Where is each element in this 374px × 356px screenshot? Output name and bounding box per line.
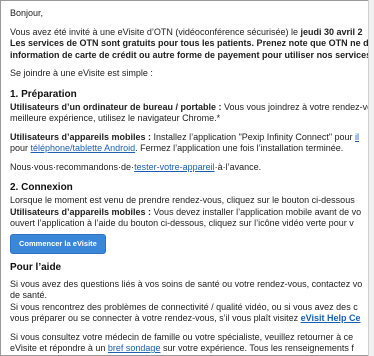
mobile-instructions-line2: pour téléphone/tablette Android. Fermez … (10, 143, 369, 155)
join-intro: Se joindre à une eVisite est simple : (10, 68, 153, 78)
evisit-help-link[interactable]: eVisit Help Ce (301, 313, 361, 323)
start-evisit-button[interactable]: Commencer la eVisite (10, 233, 106, 254)
invite-text: Vous avez été invité à une eVisite d’OTN… (10, 26, 301, 37)
connection-mobile-label: Utilisateurs d’appareils mobiles : (10, 206, 152, 217)
recommend-text: Nous·vous·recommandons·de· (10, 161, 135, 172)
section-connection-title: 2. Connexion (10, 182, 73, 193)
pour-text: pour (10, 143, 31, 153)
desktop-text: Vous vous joindrez à votre rendez-vous (221, 101, 369, 112)
recommend-text-end: ·à·l’avance. (214, 161, 262, 172)
connection-line1: Lorsque le moment est venu de prendre re… (10, 195, 355, 205)
help-line2: de santé. (10, 290, 48, 300)
help-line1: Si vous avez des questions liés à vos so… (10, 278, 363, 289)
free-service-notice-1: Les services de OTN sont gratuits pour t… (10, 38, 369, 48)
section-preparation-title: 1. Préparation (10, 88, 77, 100)
help-line4: vous préparer ou se connecter à votre re… (10, 313, 369, 325)
email-body-frame: Bonjour, Vous avez été invité à une eVis… (0, 0, 369, 356)
test-device-line: Nous·vous·recommandons·de·tester-votre-a… (10, 162, 369, 174)
help-line6-end: sur votre expérience. Tous les renseigne… (160, 343, 354, 353)
test-device-link[interactable]: tester-votre-appareil (134, 162, 215, 172)
invite-date: jeudi 30 avril 2 (300, 26, 363, 37)
ios-app-link[interactable]: il (355, 132, 359, 142)
connection-mobile: Utilisateurs d’appareils mobiles : Vous … (10, 207, 369, 219)
help-line4-text: vous préparer ou se connecter à votre re… (10, 313, 301, 323)
desktop-instructions-line2: meilleure expérience, utilisez le naviga… (10, 113, 221, 123)
help-line5: Si vous consultez votre médecin de famil… (10, 331, 354, 342)
mobile-text: Installez l’application "Pexip Infinity … (151, 131, 356, 142)
android-app-link[interactable]: téléphone/tablette Android (31, 143, 136, 153)
mobile-label: Utilisateurs d’appareils mobiles : (10, 131, 152, 142)
help-line6: eVisite et répondre à un bref sondage su… (10, 343, 369, 355)
help-line3: Si vous rencontrez des problèmes de conn… (10, 301, 358, 312)
email-content: Bonjour, Vous avez été invité à une eVis… (10, 8, 369, 355)
invite-line: Vous avez été invité à une eVisite d’OTN… (10, 27, 369, 39)
help-title: Pour l’aide (10, 261, 62, 273)
scrollbar[interactable] (368, 0, 374, 356)
mobile-instructions: Utilisateurs d’appareils mobiles : Insta… (10, 132, 369, 144)
close-app-text: . Fermez l’application une fois l’instal… (135, 143, 344, 153)
connection-mobile-line2: ouvert l’application à l’aide du bouton … (10, 218, 354, 228)
help-line6-text: eVisite et répondre à un (10, 343, 108, 353)
free-service-notice-2: information de carte de crédit ou autre … (10, 49, 369, 60)
desktop-label: Utilisateurs d’un ordinateur de bureau /… (10, 101, 222, 112)
connection-mobile-text: Vous devez installer l’application mobil… (151, 206, 362, 217)
greeting: Bonjour, (10, 8, 44, 18)
desktop-instructions: Utilisateurs d’un ordinateur de bureau /… (10, 102, 369, 114)
survey-link[interactable]: bref sondage (108, 343, 161, 353)
